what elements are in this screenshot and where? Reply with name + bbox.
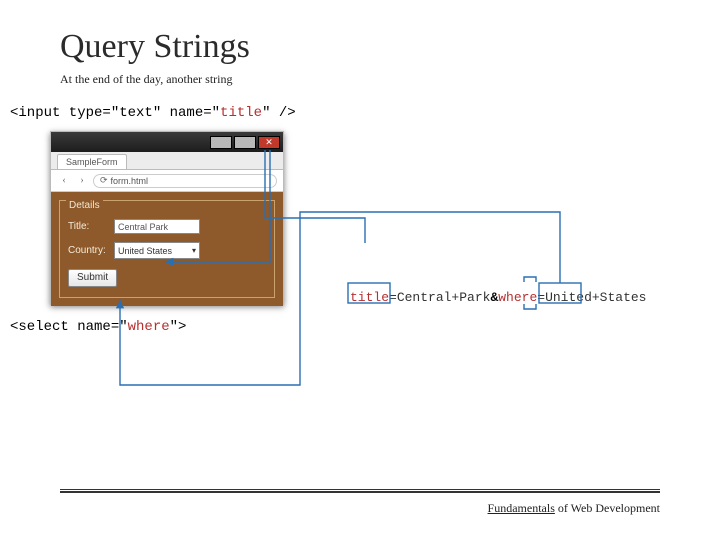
window-close-button[interactable]: ✕	[258, 136, 280, 149]
title-input[interactable]: Central Park	[114, 219, 200, 234]
chevron-down-icon: ▾	[192, 246, 196, 255]
window-minimize-button[interactable]	[210, 136, 232, 149]
url-text: form.html	[111, 176, 149, 186]
browser-tab[interactable]: SampleForm	[57, 154, 127, 169]
footer-rule	[60, 489, 660, 492]
slide: Query Strings At the end of the day, ano…	[0, 0, 720, 540]
reload-icon: ⟳	[100, 175, 108, 186]
page-content: Details Title: Central Park Country: Uni…	[51, 192, 283, 306]
country-select[interactable]: United States ▾	[114, 242, 200, 259]
page-title: Query Strings	[60, 28, 660, 66]
address-bar[interactable]: ⟳ form.html	[93, 174, 277, 188]
footer-underlined: Fundamentals	[488, 501, 555, 515]
title-input-value: Central Park	[118, 222, 168, 232]
code-text: " />	[262, 105, 296, 121]
browser-toolbar: ‹ › ⟳ form.html	[51, 170, 283, 192]
back-button[interactable]: ‹	[57, 174, 71, 188]
details-fieldset: Details Title: Central Park Country: Uni…	[59, 200, 275, 298]
forward-button[interactable]: ›	[75, 174, 89, 188]
submit-button[interactable]: Submit	[68, 269, 117, 287]
submit-label: Submit	[77, 272, 108, 283]
footer-text: Fundamentals of Web Development	[488, 501, 660, 516]
code-attr-title: title	[220, 105, 262, 121]
chevron-left-icon: ‹	[62, 175, 65, 186]
country-label: Country:	[68, 245, 110, 256]
code-text: <select name="	[10, 319, 128, 335]
chevron-right-icon: ›	[80, 175, 83, 186]
qs-val-title: =Central+Park	[389, 290, 490, 305]
window-maximize-button[interactable]	[234, 136, 256, 149]
title-label: Title:	[68, 221, 110, 232]
fieldset-legend: Details	[66, 200, 103, 211]
qs-key-title: title	[350, 290, 389, 305]
query-string-display: title=Central+Park&where=United+States	[350, 290, 646, 305]
code-select-tag: <select name="where">	[10, 319, 660, 335]
code-attr-where: where	[128, 319, 170, 335]
tab-label: SampleForm	[66, 157, 118, 167]
title-row: Title: Central Park	[68, 219, 266, 234]
code-text: <input type="text" name="	[10, 105, 220, 121]
footer-rest: of Web Development	[555, 501, 660, 515]
browser-tabrow: SampleForm	[51, 152, 283, 170]
qs-key-where: where	[498, 290, 537, 305]
country-select-value: United States	[118, 246, 172, 256]
window-titlebar: ✕	[51, 132, 283, 152]
browser-mockup: ✕ SampleForm ‹ › ⟳ form.html Details Tit…	[50, 131, 284, 305]
qs-val-where: =United+States	[537, 290, 646, 305]
country-row: Country: United States ▾	[68, 242, 266, 259]
close-icon: ✕	[265, 138, 273, 147]
code-input-tag: <input type="text" name="title" />	[10, 105, 660, 121]
browser-window: ✕ SampleForm ‹ › ⟳ form.html Details Tit…	[50, 131, 284, 305]
page-subtitle: At the end of the day, another string	[60, 72, 660, 87]
code-text: ">	[170, 319, 187, 335]
